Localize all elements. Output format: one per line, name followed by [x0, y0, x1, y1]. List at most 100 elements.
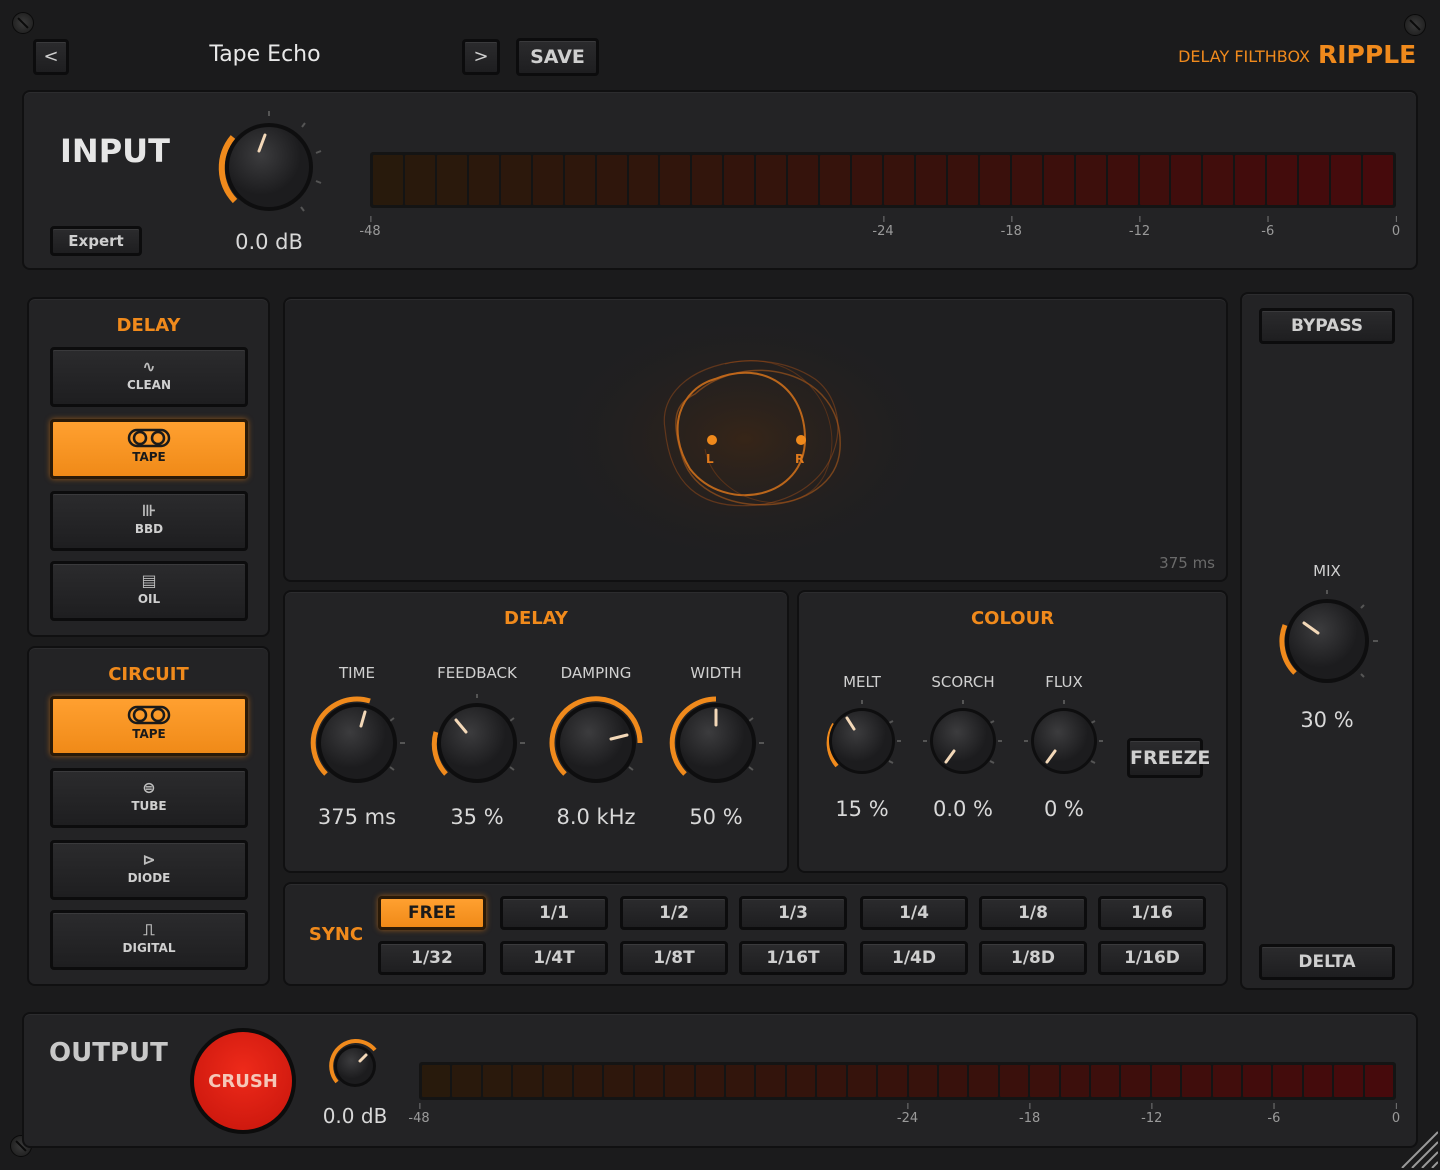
sync-1-8d-button[interactable]: 1/8D	[979, 941, 1087, 975]
circuit-mode-digital-button[interactable]: ⎍ DIGITAL	[50, 910, 248, 970]
meter-segment	[1182, 1065, 1211, 1097]
scorch-knob[interactable]	[918, 696, 1008, 786]
delta-button[interactable]: DELTA	[1259, 944, 1395, 980]
previous-preset-button[interactable]: <	[33, 39, 69, 75]
sync-1-2-button[interactable]: 1/2	[620, 896, 728, 930]
meter-segment	[969, 1065, 998, 1097]
delay-mode-panel: DELAY ∿ CLEAN TAPE ⊪ BBD ▤ OIL	[27, 297, 270, 637]
meter-segment	[1011, 155, 1042, 205]
meter-segment	[756, 155, 787, 205]
sync-1-8-button[interactable]: 1/8	[979, 896, 1087, 930]
product-name: RIPPLE	[1318, 40, 1417, 69]
scale-tick-label: -24	[872, 216, 894, 239]
delay-mode-clean-button[interactable]: ∿ CLEAN	[50, 347, 248, 407]
meter-segment	[634, 1065, 664, 1097]
input-panel: INPUT Expert 0.0 dB -48 -24 -18 -12 -6 0	[22, 90, 1418, 270]
sync-1-1-button[interactable]: 1/1	[500, 896, 608, 930]
circuit-mode-diode-button[interactable]: ⊳ DIODE	[50, 840, 248, 900]
sync-1-4d-button[interactable]: 1/4D	[860, 941, 968, 975]
time-knob[interactable]	[302, 688, 412, 798]
meter-segment	[543, 1065, 573, 1097]
crush-label: CRUSH	[208, 1070, 278, 1092]
meter-segment	[1171, 155, 1202, 205]
resize-grip-icon[interactable]	[1398, 1128, 1439, 1169]
sync-free-button[interactable]: FREE	[378, 896, 486, 930]
mode-label: DIGITAL	[122, 941, 176, 955]
scale-tick-label: -12	[1141, 1103, 1163, 1126]
feedback-knob-label: FEEDBACK	[437, 664, 517, 682]
meter-segment	[574, 1065, 603, 1097]
sync-1-4-button[interactable]: 1/4	[860, 896, 968, 930]
flux-knob[interactable]	[1019, 696, 1109, 786]
feedback-value: 35 %	[450, 805, 504, 829]
meter-segment	[1043, 155, 1074, 205]
melt-knob[interactable]	[817, 696, 907, 786]
meter-segment	[852, 155, 882, 205]
meter-segment	[979, 155, 1010, 205]
sync-1-16d-button[interactable]: 1/16D	[1098, 941, 1206, 975]
circuit-mode-title: CIRCUIT	[108, 664, 189, 685]
expert-button[interactable]: Expert	[50, 226, 142, 256]
meter-segment	[999, 1065, 1029, 1097]
input-gain-knob[interactable]	[209, 107, 329, 227]
meter-segment	[1273, 1065, 1302, 1097]
mode-label: TAPE	[132, 450, 166, 464]
delay-mode-bbd-button[interactable]: ⊪ BBD	[50, 491, 248, 551]
sync-1-16-button[interactable]: 1/16	[1098, 896, 1206, 930]
scale-tick-label: -18	[1019, 1103, 1041, 1126]
meter-segment	[665, 1065, 694, 1097]
circuit-mode-tape-button[interactable]: TAPE	[50, 696, 248, 756]
feedback-knob[interactable]	[422, 688, 532, 798]
delay-mode-oil-button[interactable]: ▤ OIL	[50, 561, 248, 621]
flux-value: 0 %	[1044, 797, 1084, 821]
meter-segment	[817, 1065, 846, 1097]
width-knob[interactable]	[661, 688, 771, 798]
freeze-button[interactable]: FREEZE	[1127, 738, 1210, 778]
bypass-button[interactable]: BYPASS	[1259, 308, 1395, 344]
save-button[interactable]: SAVE	[516, 38, 599, 76]
meter-segment	[1151, 1065, 1181, 1097]
meter-segment	[756, 1065, 785, 1097]
sync-1-32-button[interactable]: 1/32	[378, 941, 486, 975]
time-knob-label: TIME	[338, 664, 375, 682]
sync-1-16t-button[interactable]: 1/16T	[739, 941, 847, 975]
damping-knob[interactable]	[541, 688, 651, 798]
meter-segment	[820, 155, 851, 205]
circuit-mode-tube-button[interactable]: ⊜ TUBE	[50, 768, 248, 828]
mode-label: CLEAN	[127, 378, 171, 392]
meter-segment	[786, 1065, 816, 1097]
scale-tick-label: -48	[359, 216, 381, 239]
sync-1-4t-button[interactable]: 1/4T	[500, 941, 608, 975]
meter-segment	[1363, 155, 1393, 205]
meter-segment	[1060, 1065, 1089, 1097]
scale-tick-label: -48	[408, 1103, 430, 1126]
scorch-value: 0.0 %	[932, 797, 994, 821]
meter-segment	[373, 155, 403, 205]
output-panel: OUTPUT CRUSH 0.0 dB -48 -24 -18 -12 -6 0	[22, 1012, 1418, 1148]
mix-value: 30 %	[1300, 708, 1354, 732]
mix-knob[interactable]	[1271, 585, 1383, 697]
meter-segment	[532, 155, 563, 205]
meter-segment	[788, 155, 819, 205]
meter-segment	[500, 155, 531, 205]
meter-segment	[1334, 1065, 1363, 1097]
meter-segment	[660, 155, 691, 205]
meter-segment	[564, 155, 595, 205]
delay-mode-tape-button[interactable]: TAPE	[50, 419, 248, 479]
sync-1-3-button[interactable]: 1/3	[739, 896, 847, 930]
meter-segment	[724, 155, 755, 205]
crush-button[interactable]: CRUSH	[190, 1028, 296, 1134]
melt-knob-label: MELT	[843, 673, 881, 691]
tape-reel-icon	[53, 428, 245, 450]
output-gain-knob[interactable]	[325, 1036, 385, 1096]
input-title: INPUT	[60, 132, 170, 170]
preset-name[interactable]: Tape Echo	[150, 42, 380, 67]
delay-time-readout: 375 ms	[1159, 554, 1215, 572]
meter-segment	[884, 155, 914, 205]
sync-1-8t-button[interactable]: 1/8T	[620, 941, 728, 975]
meter-segment	[695, 1065, 725, 1097]
mode-label: OIL	[137, 592, 161, 606]
meter-segment	[422, 1065, 451, 1097]
meter-segment	[596, 155, 627, 205]
next-preset-button[interactable]: >	[462, 39, 500, 75]
